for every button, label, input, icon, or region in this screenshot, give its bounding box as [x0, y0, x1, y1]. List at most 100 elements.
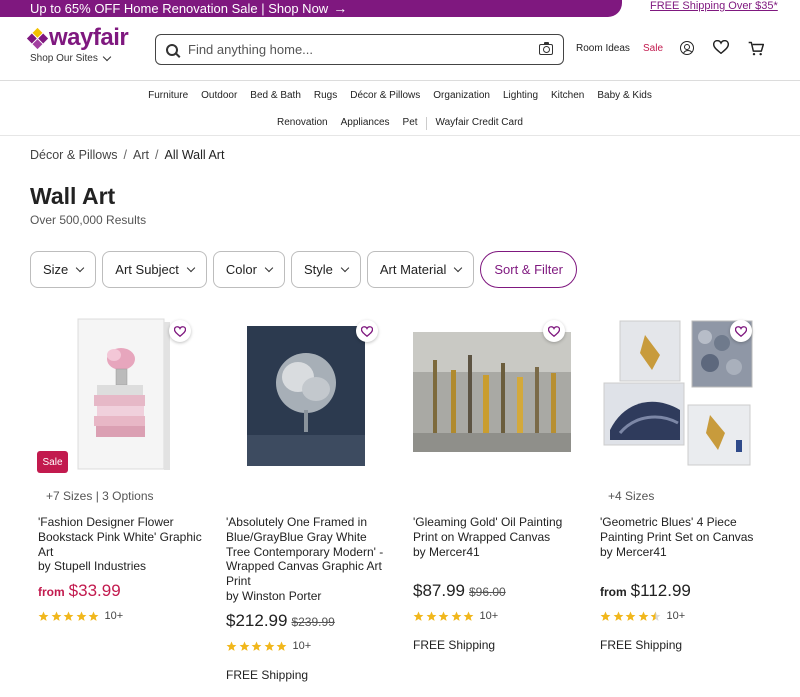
heart-icon — [361, 325, 373, 337]
product-name: 'Fashion Designer Flower Bookstack Pink … — [38, 515, 202, 559]
nav-kitchen[interactable]: Kitchen — [551, 90, 584, 101]
nav-pet[interactable]: Pet — [403, 117, 418, 130]
product-name: 'Absolutely One Framed in Blue/GrayBlue … — [226, 515, 384, 589]
wayfair-pinwheel-icon — [26, 27, 49, 49]
product-brand: by Stupell Industries — [38, 559, 147, 574]
results-count: Over 500,000 Results — [30, 213, 147, 227]
star-icon — [76, 611, 86, 621]
chevron-down-icon — [102, 52, 112, 61]
category-nav-row-2: Renovation Appliances Pet Wayfair Credit… — [0, 117, 800, 130]
nav-decor-pillows[interactable]: Décor & Pillows — [350, 90, 420, 101]
product-image[interactable] — [600, 315, 753, 475]
sort-filter-button[interactable]: Sort & Filter — [480, 251, 577, 288]
filter-color-button[interactable]: Color — [212, 251, 285, 288]
search-icon[interactable] — [166, 43, 178, 56]
promo-text: Up to 65% OFF Home Renovation Sale | Sho… — [30, 1, 329, 16]
star-icon — [463, 611, 474, 621]
from-label: from — [38, 585, 65, 599]
product-image[interactable] — [413, 315, 571, 475]
nav-bed-bath[interactable]: Bed & Bath — [250, 90, 301, 101]
product-name: 'Gleaming Gold' Oil Painting Print on Wr… — [413, 515, 563, 544]
star-icon — [451, 611, 461, 621]
nav-renovation[interactable]: Renovation — [277, 117, 328, 130]
sale-badge: Sale — [37, 451, 68, 473]
account-icon[interactable] — [680, 41, 694, 55]
filter-label: Size — [43, 262, 69, 277]
star-rating — [413, 611, 476, 622]
favorite-heart-button[interactable] — [543, 320, 565, 342]
room-ideas-link[interactable]: Room Ideas — [576, 43, 630, 54]
product-image[interactable]: Sale — [37, 315, 191, 475]
chevron-down-icon — [340, 263, 350, 272]
from-label: from — [600, 585, 627, 599]
nav-organization[interactable]: Organization — [433, 90, 490, 101]
camera-icon[interactable] — [539, 41, 553, 55]
filter-label: Style — [303, 262, 333, 277]
product-title[interactable]: 'Absolutely One Framed in Blue/GrayBlue … — [226, 515, 391, 604]
price-row: $87.99 $96.00 — [413, 581, 506, 601]
nav-outdoor[interactable]: Outdoor — [201, 90, 237, 101]
filter-style-button[interactable]: Style — [290, 251, 361, 288]
product-price: $212.99 — [226, 611, 288, 630]
favorite-heart-button[interactable] — [730, 320, 752, 342]
rating-row: 10+ — [413, 610, 498, 622]
filter-size-button[interactable]: Size — [30, 251, 97, 288]
heart-icon[interactable] — [712, 39, 730, 59]
chevron-down-icon — [76, 263, 85, 272]
price-row: from $112.99 — [600, 581, 691, 601]
product-title[interactable]: 'Fashion Designer Flower Bookstack Pink … — [38, 515, 203, 574]
product-options: +4 Sizes — [608, 489, 655, 503]
filter-bar: Size Art Subject Color Style Art Materia… — [30, 251, 577, 288]
product-price: $112.99 — [630, 581, 691, 600]
nav-baby-kids[interactable]: Baby & Kids — [597, 90, 651, 101]
filter-label: Art Subject — [115, 262, 179, 277]
product-card[interactable]: Sale +7 Sizes | 3 Options 'Fashion Desig… — [37, 315, 208, 622]
rating-row: 10+ — [38, 610, 123, 622]
nav-rugs[interactable]: Rugs — [314, 90, 337, 101]
star-icon — [63, 611, 74, 621]
search-input[interactable] — [188, 42, 539, 57]
breadcrumb-separator: / — [155, 148, 159, 162]
nav-furniture[interactable]: Furniture — [148, 90, 188, 101]
favorite-heart-button[interactable] — [356, 320, 378, 342]
star-icon — [264, 641, 274, 651]
breadcrumb: Décor & Pillows / Art / All Wall Art — [30, 148, 224, 162]
star-icon — [438, 611, 449, 621]
star-icon — [38, 611, 49, 621]
review-count: 10+ — [666, 610, 686, 622]
nav-lighting[interactable]: Lighting — [503, 90, 538, 101]
wayfair-logo[interactable]: wayfair — [26, 26, 129, 50]
promo-banner[interactable]: Up to 65% OFF Home Renovation Sale | Sho… — [0, 0, 622, 17]
product-card[interactable]: 'Gleaming Gold' Oil Painting Print on Wr… — [413, 315, 583, 652]
filter-art-material-button[interactable]: Art Material — [366, 251, 475, 288]
product-title[interactable]: 'Gleaming Gold' Oil Painting Print on Wr… — [413, 515, 578, 559]
search-bar[interactable] — [155, 34, 564, 65]
heart-icon — [735, 325, 747, 337]
breadcrumb-art[interactable]: Art — [133, 148, 149, 162]
cart-icon[interactable] — [748, 41, 765, 61]
star-icon — [600, 611, 611, 621]
free-shipping-label: FREE Shipping — [413, 638, 496, 652]
review-count: 10+ — [292, 640, 312, 652]
product-title[interactable]: 'Geometric Blues' 4 Piece Painting Print… — [600, 515, 765, 559]
sale-link[interactable]: Sale — [643, 43, 663, 54]
product-options: +7 Sizes | 3 Options — [46, 489, 154, 503]
favorite-heart-button[interactable] — [169, 320, 191, 342]
free-shipping-label: FREE Shipping — [600, 638, 683, 652]
product-image[interactable] — [226, 315, 378, 475]
nav-divider — [0, 135, 800, 136]
star-icon — [226, 641, 237, 651]
filter-art-subject-button[interactable]: Art Subject — [102, 251, 207, 288]
product-card[interactable]: +4 Sizes 'Geometric Blues' 4 Piece Paint… — [600, 315, 770, 652]
heart-icon — [548, 325, 560, 337]
shop-our-sites-dropdown[interactable]: Shop Our Sites — [30, 52, 112, 64]
page-title: Wall Art — [30, 183, 116, 209]
free-shipping-link[interactable]: FREE Shipping Over $35* — [650, 0, 778, 13]
star-icon — [276, 641, 287, 651]
product-brand: by Winston Porter — [226, 588, 322, 603]
nav-credit-card[interactable]: Wayfair Credit Card — [436, 117, 523, 130]
product-card[interactable]: 'Absolutely One Framed in Blue/GrayBlue … — [226, 315, 396, 682]
breadcrumb-decor-pillows[interactable]: Décor & Pillows — [30, 148, 118, 162]
nav-appliances[interactable]: Appliances — [341, 117, 390, 130]
category-nav-row-1: Furniture Outdoor Bed & Bath Rugs Décor … — [0, 90, 800, 101]
